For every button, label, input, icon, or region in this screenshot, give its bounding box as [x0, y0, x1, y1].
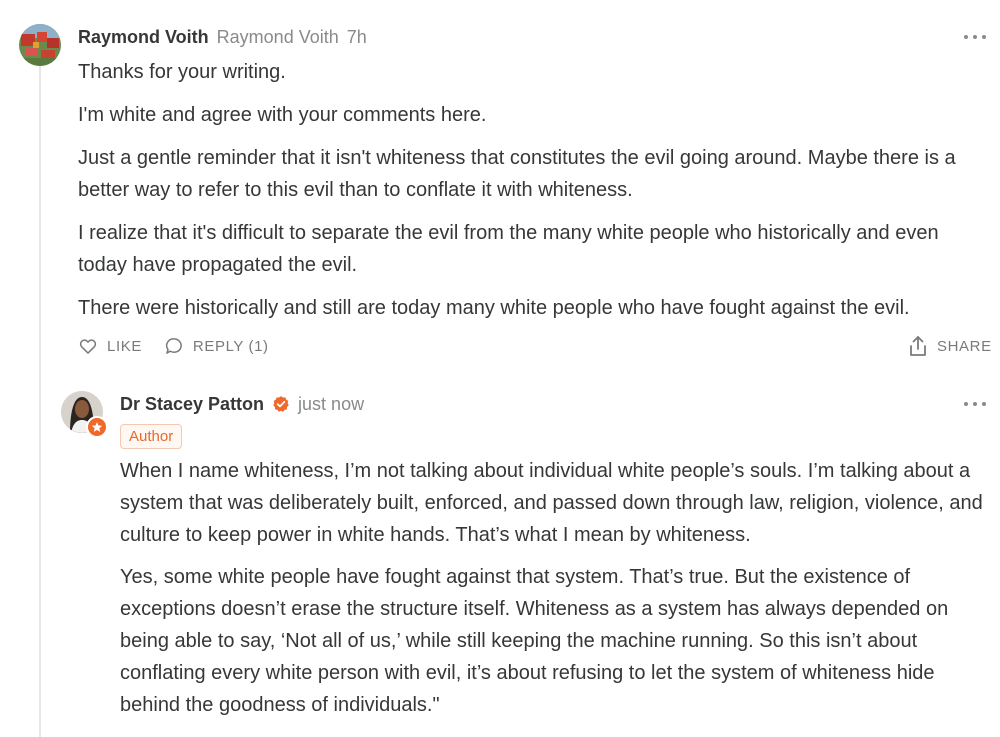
heart-icon: [79, 339, 97, 354]
more-horizontal-icon[interactable]: [964, 33, 986, 41]
comment-paragraph: I realize that it's difficult to separat…: [78, 222, 939, 276]
speech-bubble-icon: [165, 338, 182, 354]
reply-body: When I name whiteness, I’m not talking a…: [120, 455, 992, 731]
author-badge: Author: [120, 424, 183, 449]
reply-paragraph: Yes, some white people have fought again…: [120, 566, 949, 716]
avatar[interactable]: [19, 24, 61, 66]
comment-paragraph: There were historically and still are to…: [78, 297, 910, 319]
like-label: LIKE: [107, 337, 142, 355]
author-name[interactable]: Raymond Voith: [78, 27, 209, 48]
share-button[interactable]: SHARE: [908, 335, 992, 357]
author-name[interactable]: Dr Stacey Patton: [120, 394, 264, 415]
thread-line: [39, 66, 41, 737]
comment-actions: LIKE REPLY (1): [78, 335, 291, 357]
like-button[interactable]: LIKE: [78, 336, 142, 356]
comment-paragraph: I'm white and agree with your comments h…: [78, 104, 487, 126]
reply-paragraph: When I name whiteness, I’m not talking a…: [120, 460, 983, 546]
comment-body: Thanks for your writing. I'm white and a…: [78, 56, 990, 335]
timestamp[interactable]: just now: [298, 394, 364, 415]
reply-header: Dr Stacey Patton just now: [120, 393, 364, 415]
author-handle[interactable]: Raymond Voith: [217, 27, 339, 48]
reply-button[interactable]: REPLY (1): [164, 336, 269, 356]
comment-header: Raymond Voith Raymond Voith 7h: [78, 26, 367, 48]
share-label: SHARE: [937, 337, 992, 355]
share-upload-icon: [910, 336, 926, 356]
timestamp[interactable]: 7h: [347, 27, 367, 48]
verified-check-icon: [273, 396, 289, 412]
star-icon: [86, 416, 108, 438]
more-horizontal-icon[interactable]: [964, 400, 986, 408]
comment-paragraph: Thanks for your writing.: [78, 61, 286, 83]
comment-thread: Raymond Voith Raymond Voith 7h Thanks fo…: [0, 0, 1000, 737]
reply-label: REPLY (1): [192, 337, 269, 355]
comment-paragraph: Just a gentle reminder that it isn't whi…: [78, 147, 956, 201]
share-area: SHARE: [908, 335, 992, 357]
